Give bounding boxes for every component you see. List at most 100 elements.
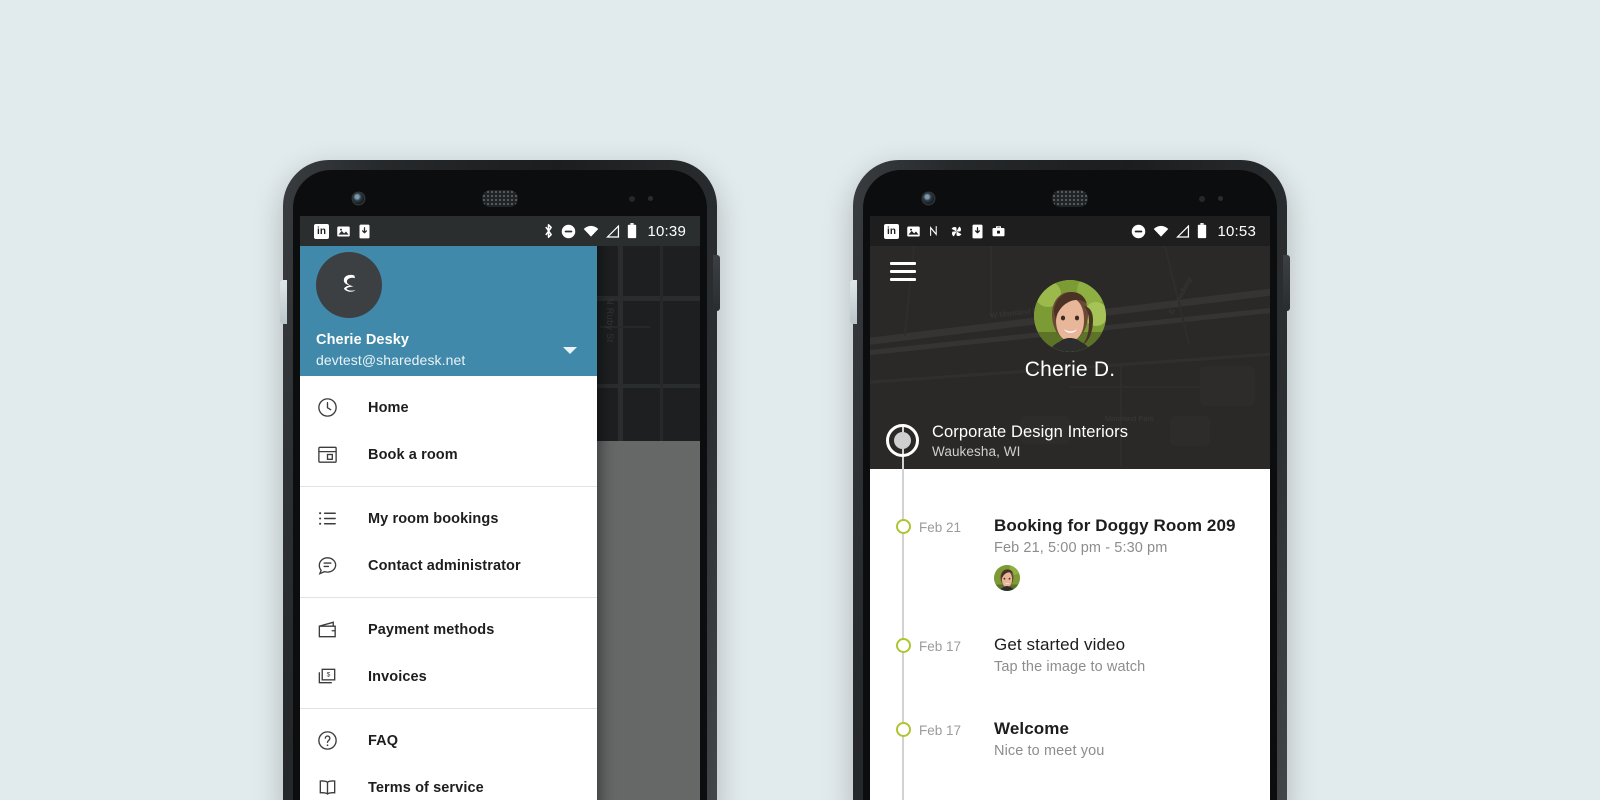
- drawer-user-name: Cherie Desky: [316, 332, 410, 348]
- avatar[interactable]: [1034, 280, 1106, 352]
- sidebar-item-home[interactable]: Home: [300, 384, 597, 431]
- sidebar-item-book-a-room[interactable]: Book a room: [300, 431, 597, 478]
- sim-card-icon: [358, 224, 371, 239]
- front-camera: [353, 193, 364, 204]
- sidebar-item-label: FAQ: [368, 732, 399, 749]
- power-button[interactable]: [713, 255, 720, 311]
- sidebar-item-my-room-bookings[interactable]: My room bookings: [300, 495, 597, 542]
- linkedin-icon: in: [314, 223, 329, 239]
- caret-down-icon[interactable]: [563, 347, 577, 354]
- sidebar-item-label: Terms of service: [368, 779, 484, 796]
- volume-button[interactable]: [280, 280, 287, 324]
- front-camera: [923, 193, 934, 204]
- left-phone-device: N Wolf Rd Ave N Ruby St in: [280, 160, 720, 800]
- venue-name: Corporate Design Interiors: [932, 422, 1129, 441]
- activity-timeline: Feb 21 Booking for Doggy Room 209 Feb 21…: [870, 424, 1270, 800]
- timeline-body: Get started video Tap the image to watch: [994, 635, 1145, 675]
- venue-summary[interactable]: Corporate Design Interiors Waukesha, WI: [870, 412, 1270, 469]
- photo-icon: [906, 224, 921, 239]
- drawer-menu-group: Payment methods $ Invoices: [300, 598, 597, 708]
- battery-icon: [1197, 223, 1207, 239]
- do-not-disturb-icon: [561, 224, 576, 239]
- signal-icon: [1176, 224, 1190, 238]
- sidebar-item-invoices[interactable]: $ Invoices: [300, 653, 597, 700]
- right-phone-device: in 10:53 W Moreland Blvd E Broadway More…: [850, 160, 1290, 800]
- left-status-notifications: in: [300, 223, 371, 239]
- timeline-title: Get started video: [994, 635, 1126, 654]
- calendar-room-icon: [316, 443, 352, 466]
- list-icon: [316, 507, 352, 530]
- sidebar-item-faq[interactable]: FAQ: [300, 717, 597, 764]
- timeline-date: Feb 21: [919, 520, 962, 535]
- drawer-menu: Home Book a room My room bookings Contac…: [300, 376, 597, 800]
- screenshot-stage: N Wolf Rd Ave N Ruby St in: [0, 0, 1600, 800]
- light-sensor: [648, 196, 653, 201]
- timeline-title: Welcome: [994, 719, 1070, 738]
- timeline-title: Booking for Doggy Room 209: [994, 516, 1236, 535]
- sidebar-item-label: Book a room: [368, 446, 458, 463]
- timeline-dot-icon: [895, 722, 911, 737]
- sidebar-item-payment-methods[interactable]: Payment methods: [300, 606, 597, 653]
- right-status-clock: 10:53: [1217, 222, 1256, 240]
- left-status-system: 10:39: [543, 223, 700, 240]
- sidebar-item-contact-administrator[interactable]: Contact administrator: [300, 542, 597, 589]
- venue-location: Waukesha, WI: [932, 443, 1021, 459]
- question-circle-icon: [316, 729, 352, 752]
- timeline-date: Feb 17: [919, 723, 962, 738]
- timeline-body: Welcome Nice to meet you: [994, 719, 1104, 759]
- list-item[interactable]: Feb 21 Booking for Doggy Room 209 Feb 21…: [870, 469, 1270, 591]
- left-phone-screen: N Wolf Rd Ave N Ruby St in: [300, 216, 700, 800]
- sidebar-item-label: Home: [368, 399, 409, 416]
- sharedesk-logo-icon: [316, 252, 382, 318]
- sidebar-item-label: Contact administrator: [368, 557, 521, 574]
- drawer-user-email: devtest@sharedesk.net: [316, 352, 466, 368]
- photo-icon: [336, 224, 351, 239]
- timeline-dot-icon: [895, 519, 911, 534]
- book-icon: [316, 776, 352, 799]
- wifi-icon: [1153, 225, 1169, 238]
- invoice-icon: $: [316, 665, 352, 688]
- proximity-sensor: [629, 196, 635, 202]
- pinwheel-icon: [949, 224, 964, 239]
- light-sensor: [1218, 196, 1223, 201]
- volume-button[interactable]: [850, 280, 857, 324]
- clock-icon: [316, 396, 352, 419]
- drawer-menu-group: My room bookings Contact administrator: [300, 487, 597, 597]
- timeline-subtitle: Feb 21, 5:00 pm - 5:30 pm: [994, 540, 1168, 556]
- wallet-icon: [316, 618, 352, 641]
- timeline-subtitle: Tap the image to watch: [994, 659, 1146, 675]
- attendee-avatar-photo[interactable]: [994, 565, 1020, 591]
- linkedin-icon: in: [884, 223, 899, 239]
- right-status-notifications: in: [870, 223, 1006, 239]
- svg-text:$: $: [327, 672, 331, 679]
- list-item[interactable]: Feb 17 Get started video Tap the image t…: [870, 591, 1270, 675]
- n-app-icon: [928, 224, 942, 238]
- chat-bubble-icon: [316, 554, 352, 577]
- do-not-disturb-icon: [1131, 224, 1146, 239]
- earpiece-speaker: [1052, 190, 1088, 207]
- user-avatar-photo: [1034, 280, 1106, 352]
- timeline-subtitle: Nice to meet you: [994, 743, 1105, 759]
- page-title: Cherie D.: [1024, 358, 1116, 381]
- navigation-drawer: Cherie Desky devtest@sharedesk.net Home: [300, 216, 597, 800]
- location-node-icon: [886, 424, 919, 457]
- sidebar-item-terms-of-service[interactable]: Terms of service: [300, 764, 597, 800]
- map-street-label: N Ruby St: [605, 298, 615, 343]
- right-status-bar: in 10:53: [870, 216, 1270, 246]
- sidebar-item-label: Payment methods: [368, 621, 495, 638]
- power-button[interactable]: [1283, 255, 1290, 311]
- drawer-menu-group: Home Book a room: [300, 376, 597, 486]
- timeline-dot-icon: [895, 638, 911, 653]
- list-item[interactable]: Feb 17 Welcome Nice to meet you: [870, 675, 1270, 759]
- wifi-icon: [583, 225, 599, 238]
- proximity-sensor: [1199, 196, 1205, 202]
- bluetooth-icon: [543, 223, 554, 239]
- sidebar-item-label: My room bookings: [368, 510, 499, 527]
- download-icon: [971, 224, 984, 239]
- left-status-bar: in 10:39: [300, 216, 700, 246]
- battery-icon: [627, 223, 637, 239]
- timeline-date: Feb 17: [919, 639, 962, 654]
- hamburger-menu-icon[interactable]: [890, 262, 916, 281]
- right-status-system: 10:53: [1131, 223, 1270, 240]
- right-phone-screen: in 10:53 W Moreland Blvd E Broadway More…: [870, 216, 1270, 800]
